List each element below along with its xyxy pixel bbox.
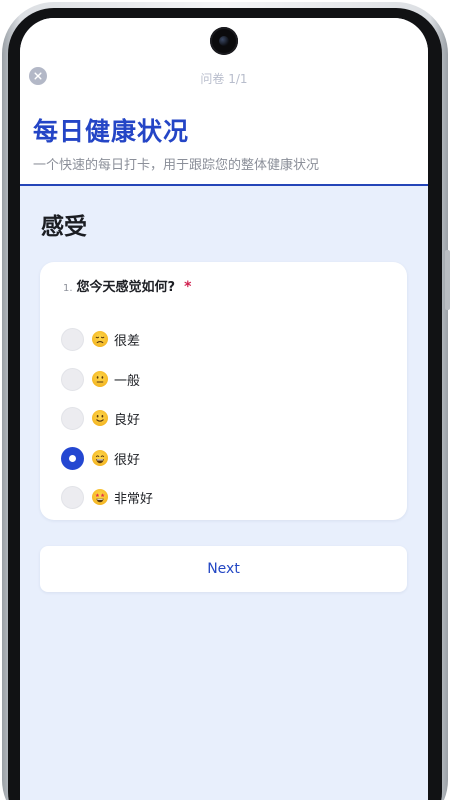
option-label: 很好	[114, 452, 141, 468]
phone-frame: 问卷 1/1 每日健康状况 一个快速的每日打卡，用于跟踪您的整体健康状况 感受 …	[0, 0, 450, 800]
radio-button[interactable]	[61, 485, 84, 509]
option-very-good[interactable]: 很好	[61, 445, 140, 471]
radio-button[interactable]	[61, 327, 84, 351]
disappointed-face-icon	[92, 331, 108, 347]
option-label: 良好	[114, 412, 141, 428]
front-camera	[210, 27, 238, 55]
option-excellent[interactable]: 非常好	[61, 484, 153, 510]
section-title: 感受	[41, 214, 87, 240]
star-struck-face-icon	[92, 489, 108, 505]
option-label: 非常好	[114, 491, 154, 507]
question-number: 1.	[63, 283, 73, 294]
neutral-face-icon	[92, 371, 108, 387]
question-label: 1. 您今天感觉如何? *	[63, 276, 191, 295]
question-text: 您今天感觉如何?	[76, 280, 176, 295]
slightly-smiling-face-icon	[92, 410, 108, 426]
radio-button[interactable]	[61, 406, 84, 430]
option-good[interactable]: 良好	[61, 405, 140, 431]
next-button[interactable]: Next	[40, 546, 407, 592]
option-average[interactable]: 一般	[61, 366, 140, 392]
question-card: 1. 您今天感觉如何? * 很差 一般 良好 很好 非常好	[40, 262, 407, 520]
grinning-face-icon	[92, 450, 108, 466]
survey-description: 一个快速的每日打卡，用于跟踪您的整体健康状况	[33, 158, 320, 173]
radio-button[interactable]	[61, 367, 84, 391]
app-screen: 问卷 1/1 每日健康状况 一个快速的每日打卡，用于跟踪您的整体健康状况 感受 …	[20, 18, 428, 800]
option-label: 一般	[114, 373, 141, 389]
radio-button-selected[interactable]	[61, 446, 84, 470]
phone-side-button	[445, 250, 450, 310]
survey-progress: 问卷 1/1	[200, 72, 248, 86]
option-label: 很差	[114, 333, 141, 349]
option-very-bad[interactable]: 很差	[61, 326, 140, 352]
required-mark: *	[184, 279, 192, 295]
survey-title: 每日健康状况	[33, 117, 190, 146]
